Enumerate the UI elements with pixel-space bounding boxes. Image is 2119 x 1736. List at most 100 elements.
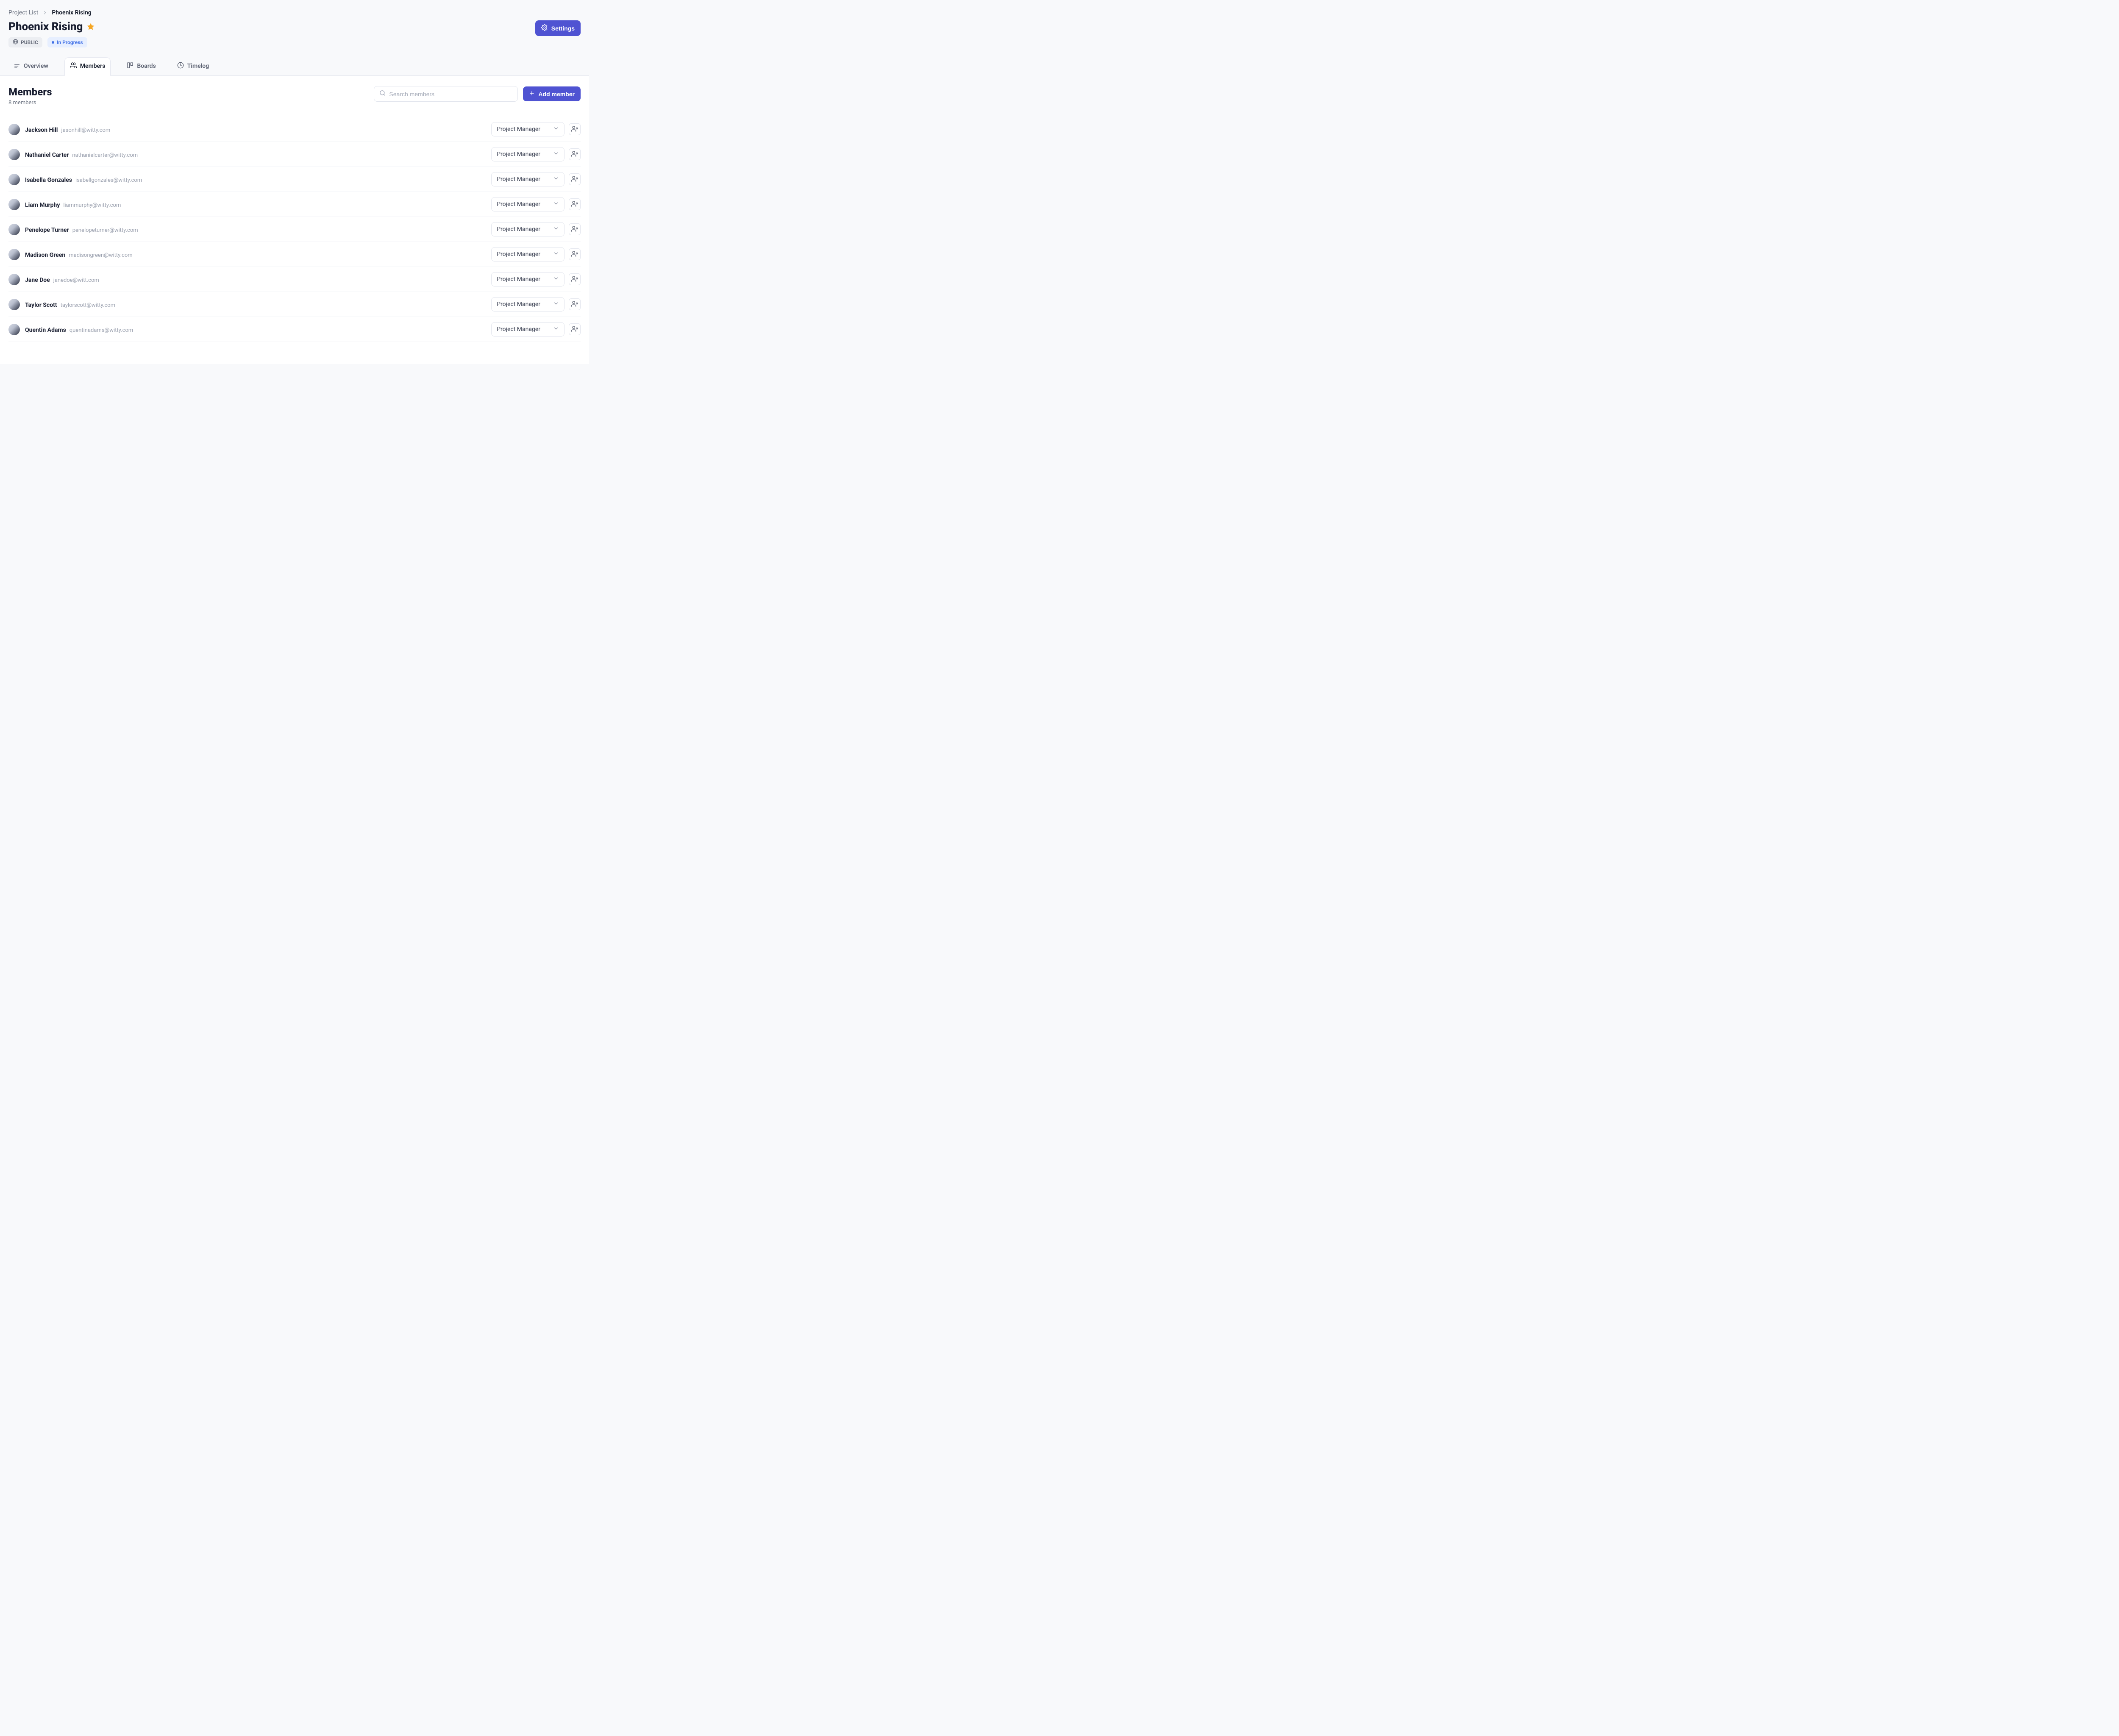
- remove-member-button[interactable]: [569, 273, 581, 285]
- user-remove-icon: [571, 125, 578, 134]
- role-select[interactable]: Project Manager: [491, 322, 565, 337]
- role-select[interactable]: Project Manager: [491, 272, 565, 287]
- chevron-down-icon: [553, 125, 559, 133]
- member-email: taylorscott@witty.com: [61, 302, 115, 309]
- search-icon: [379, 90, 386, 98]
- member-name: Taylor Scott: [25, 302, 57, 309]
- settings-button[interactable]: Settings: [535, 20, 581, 36]
- member-row: Taylor Scott taylorscott@witty.com Projec…: [8, 292, 581, 317]
- breadcrumb: Project List Phoenix Rising: [8, 9, 581, 16]
- tab-members[interactable]: Members: [64, 57, 111, 76]
- remove-member-button[interactable]: [569, 248, 581, 260]
- chevron-down-icon: [553, 200, 559, 208]
- remove-member-button[interactable]: [569, 223, 581, 235]
- visibility-badge: PUBLIC: [8, 37, 42, 47]
- role-label: Project Manager: [497, 276, 540, 283]
- add-member-label: Add member: [538, 91, 575, 97]
- avatar: [8, 299, 20, 310]
- avatar: [8, 149, 20, 160]
- member-name: Jackson Hill: [25, 127, 58, 134]
- member-row: Jane Doe janedoe@witt.com Project Manager: [8, 267, 581, 292]
- chevron-down-icon: [553, 300, 559, 308]
- member-email: jasonhill@witty.com: [61, 127, 110, 134]
- section-subtitle: 8 members: [8, 100, 52, 106]
- role-select[interactable]: Project Manager: [491, 147, 565, 161]
- remove-member-button[interactable]: [569, 123, 581, 135]
- remove-member-button[interactable]: [569, 298, 581, 310]
- breadcrumb-current: Phoenix Rising: [52, 9, 91, 16]
- globe-icon: [13, 39, 18, 46]
- member-email: nathanielcarter@witty.com: [72, 152, 138, 159]
- member-name: Penelope Turner: [25, 227, 69, 234]
- role-select[interactable]: Project Manager: [491, 172, 565, 186]
- avatar: [8, 124, 20, 135]
- section-title: Members: [8, 86, 52, 98]
- member-row: Nathaniel Carter nathanielcarter@witty.c…: [8, 142, 581, 167]
- chevron-down-icon: [553, 150, 559, 158]
- tab-label: Overview: [24, 63, 48, 70]
- role-select[interactable]: Project Manager: [491, 122, 565, 136]
- settings-label: Settings: [551, 25, 575, 32]
- role-select[interactable]: Project Manager: [491, 222, 565, 236]
- add-member-button[interactable]: Add member: [523, 86, 581, 101]
- role-label: Project Manager: [497, 126, 540, 133]
- user-remove-icon: [571, 326, 578, 334]
- overview-icon: [14, 62, 20, 70]
- role-label: Project Manager: [497, 326, 540, 333]
- remove-member-button[interactable]: [569, 148, 581, 160]
- member-row: Quentin Adams quentinadams@witty.comProj…: [8, 317, 581, 342]
- tab-overview[interactable]: Overview: [8, 57, 53, 76]
- status-badge: In Progress: [47, 37, 87, 47]
- chevron-down-icon: [553, 326, 559, 333]
- user-remove-icon: [571, 200, 578, 209]
- member-name: Jane Doe: [25, 277, 50, 284]
- role-label: Project Manager: [497, 176, 540, 183]
- member-email: penelopeturner@witty.com: [72, 227, 138, 234]
- member-name: Madison Green: [25, 252, 65, 259]
- chevron-down-icon: [553, 250, 559, 258]
- role-label: Project Manager: [497, 151, 540, 158]
- remove-member-button[interactable]: [569, 173, 581, 185]
- avatar: [8, 224, 20, 235]
- tab-boards[interactable]: Boards: [122, 57, 161, 76]
- member-row: Madison Green madisongreen@witty.com Proj…: [8, 242, 581, 267]
- member-name: Quentin Adams: [25, 327, 66, 334]
- member-name: Liam Murphy: [25, 202, 60, 209]
- member-email: madisongreen@witty.com: [69, 252, 132, 259]
- chevron-down-icon: [553, 275, 559, 283]
- user-remove-icon: [571, 225, 578, 234]
- tab-label: Members: [80, 63, 106, 70]
- member-email: liammurphy@witty.com: [63, 202, 121, 209]
- boards-icon: [127, 62, 133, 70]
- search-input-wrap[interactable]: [374, 86, 518, 102]
- role-label: Project Manager: [497, 226, 540, 233]
- remove-member-button[interactable]: [569, 323, 581, 335]
- member-row: Penelope Turner penelopeturner@witty.com…: [8, 217, 581, 242]
- member-email: janedoe@witt.com: [53, 277, 99, 284]
- tab-label: Boards: [137, 63, 156, 70]
- tab-label: Timelog: [187, 63, 209, 70]
- user-remove-icon: [571, 175, 578, 184]
- tab-timelog[interactable]: Timelog: [172, 57, 214, 76]
- search-input[interactable]: [389, 91, 512, 97]
- member-row: Isabella Gonzales isabellgonzales@witty.…: [8, 167, 581, 192]
- remove-member-button[interactable]: [569, 198, 581, 210]
- visibility-label: PUBLIC: [21, 39, 38, 45]
- user-remove-icon: [571, 275, 578, 284]
- member-name: Isabella Gonzales: [25, 177, 72, 184]
- plus-icon: [529, 90, 535, 97]
- role-select[interactable]: Project Manager: [491, 247, 565, 262]
- avatar: [8, 249, 20, 260]
- role-label: Project Manager: [497, 201, 540, 208]
- star-icon[interactable]: [87, 23, 95, 31]
- chevron-down-icon: [553, 175, 559, 183]
- role-select[interactable]: Project Manager: [491, 297, 565, 312]
- gear-icon: [541, 24, 548, 32]
- avatar: [8, 174, 20, 185]
- status-label: In Progress: [57, 39, 83, 45]
- role-select[interactable]: Project Manager: [491, 197, 565, 211]
- user-remove-icon: [571, 300, 578, 309]
- member-email: isabellgonzales@witty.com: [75, 177, 142, 184]
- avatar: [8, 274, 20, 285]
- breadcrumb-root[interactable]: Project List: [8, 9, 38, 16]
